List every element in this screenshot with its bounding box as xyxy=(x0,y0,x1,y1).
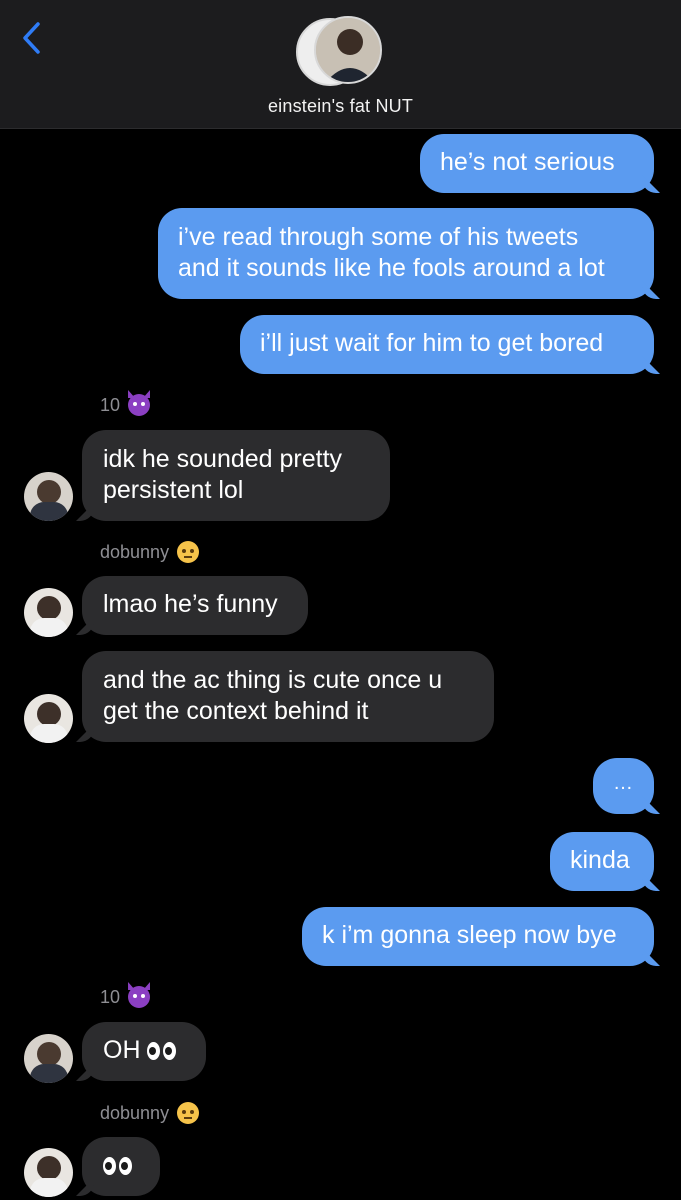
sender-name: dobunny xyxy=(100,1102,200,1124)
avatar[interactable] xyxy=(24,472,73,521)
message-text: … xyxy=(613,772,633,794)
eyes-icon xyxy=(103,1157,132,1176)
message-text: he’s not serious xyxy=(440,148,615,176)
sender-label: 10 xyxy=(100,394,121,415)
avatar[interactable] xyxy=(24,1034,73,1083)
message-text: idk he sounded pretty xyxy=(103,445,343,473)
message-text: i’ll just wait for him to get bored xyxy=(260,329,604,357)
avatar xyxy=(314,16,382,84)
chevron-left-icon[interactable] xyxy=(18,20,50,56)
sender-label: 10 xyxy=(100,986,121,1007)
message-text: and it sounds like he fools around a lot xyxy=(178,254,605,282)
sender-label: dobunny xyxy=(100,541,170,562)
sender-name: 10 xyxy=(100,986,151,1008)
avatar[interactable] xyxy=(24,694,73,743)
message-text: kinda xyxy=(570,846,630,874)
incoming-message[interactable] xyxy=(82,1137,160,1196)
sender-name: dobunny xyxy=(100,541,200,563)
smiling-devil-icon xyxy=(128,986,151,1008)
raised-eyebrow-icon xyxy=(177,541,200,563)
message-text: k i’m gonna sleep now bye xyxy=(322,921,617,949)
message-text: lmao he’s funny xyxy=(103,590,278,618)
avatar[interactable] xyxy=(24,588,73,637)
sender-label: dobunny xyxy=(100,1102,170,1123)
incoming-message[interactable]: and the ac thing is cute once u get the … xyxy=(82,651,494,742)
outgoing-message[interactable]: kinda xyxy=(550,832,654,891)
incoming-message[interactable]: OH xyxy=(82,1022,206,1081)
sender-name: 10 xyxy=(100,394,151,416)
incoming-message[interactable]: lmao he’s funny xyxy=(82,576,308,635)
message-text: get the context behind it xyxy=(103,697,369,725)
group-avatar[interactable] xyxy=(296,16,386,88)
outgoing-message[interactable]: i’ve read through some of his tweets and… xyxy=(158,208,654,299)
group-name[interactable]: einstein's fat NUT xyxy=(0,96,681,117)
raised-eyebrow-icon xyxy=(177,1102,200,1124)
incoming-message[interactable]: idk he sounded pretty persistent lol xyxy=(82,430,390,521)
outgoing-message[interactable]: k i’m gonna sleep now bye xyxy=(302,907,654,966)
chat-header: einstein's fat NUT xyxy=(0,0,681,129)
outgoing-message[interactable]: i’ll just wait for him to get bored xyxy=(240,315,654,374)
message-text: and the ac thing is cute once u xyxy=(103,666,443,694)
smiling-devil-icon xyxy=(128,394,151,416)
message-text: i’ve read through some of his tweets xyxy=(178,223,579,251)
message-text: persistent lol xyxy=(103,476,244,504)
eyes-icon xyxy=(147,1042,177,1061)
message-text: OH xyxy=(103,1036,141,1064)
avatar[interactable] xyxy=(24,1148,73,1197)
outgoing-message[interactable]: … xyxy=(593,758,654,814)
outgoing-message[interactable]: he’s not serious xyxy=(420,134,654,193)
